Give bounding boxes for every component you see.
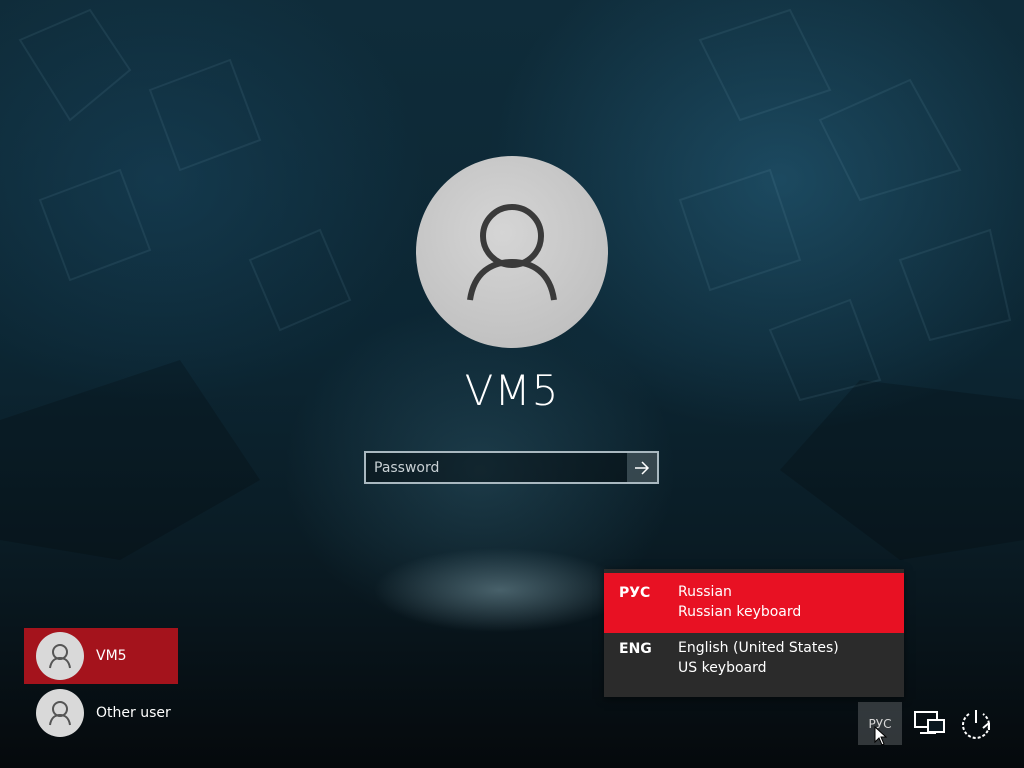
user-icon bbox=[467, 204, 557, 301]
language-menu: РУС Russian Russian keyboard ENG English… bbox=[604, 569, 904, 697]
power-icon bbox=[962, 709, 990, 739]
submit-button[interactable] bbox=[627, 453, 657, 482]
language-name: Russian bbox=[678, 584, 732, 600]
user-name: VM5 bbox=[464, 366, 560, 415]
user-avatar-large bbox=[416, 156, 608, 348]
network-button[interactable] bbox=[910, 702, 950, 745]
user-icon bbox=[49, 701, 71, 726]
language-option-english[interactable]: ENG English (United States) US keyboard bbox=[604, 633, 904, 693]
language-code: ENG bbox=[619, 641, 652, 657]
language-code: РУС bbox=[619, 585, 651, 601]
keyboard-name: Russian keyboard bbox=[678, 604, 802, 620]
arrow-right-icon bbox=[635, 460, 650, 475]
network-icon bbox=[914, 710, 945, 734]
user-tile-vm5[interactable]: VM5 bbox=[24, 628, 178, 684]
password-input[interactable] bbox=[366, 453, 627, 482]
user-avatar-small bbox=[36, 632, 84, 680]
keyboard-name: US keyboard bbox=[678, 660, 767, 676]
language-name: English (United States) bbox=[678, 640, 839, 656]
user-tile-label: VM5 bbox=[96, 648, 127, 664]
language-option-russian[interactable]: РУС Russian Russian keyboard bbox=[604, 573, 904, 633]
user-tile-label: Other user bbox=[96, 705, 171, 721]
mouse-cursor-icon bbox=[874, 726, 888, 746]
password-field-container bbox=[364, 451, 659, 484]
user-icon bbox=[49, 644, 71, 669]
user-avatar-small bbox=[36, 689, 84, 737]
user-tile-other-user[interactable]: Other user bbox=[24, 685, 178, 741]
power-button[interactable] bbox=[956, 702, 996, 745]
